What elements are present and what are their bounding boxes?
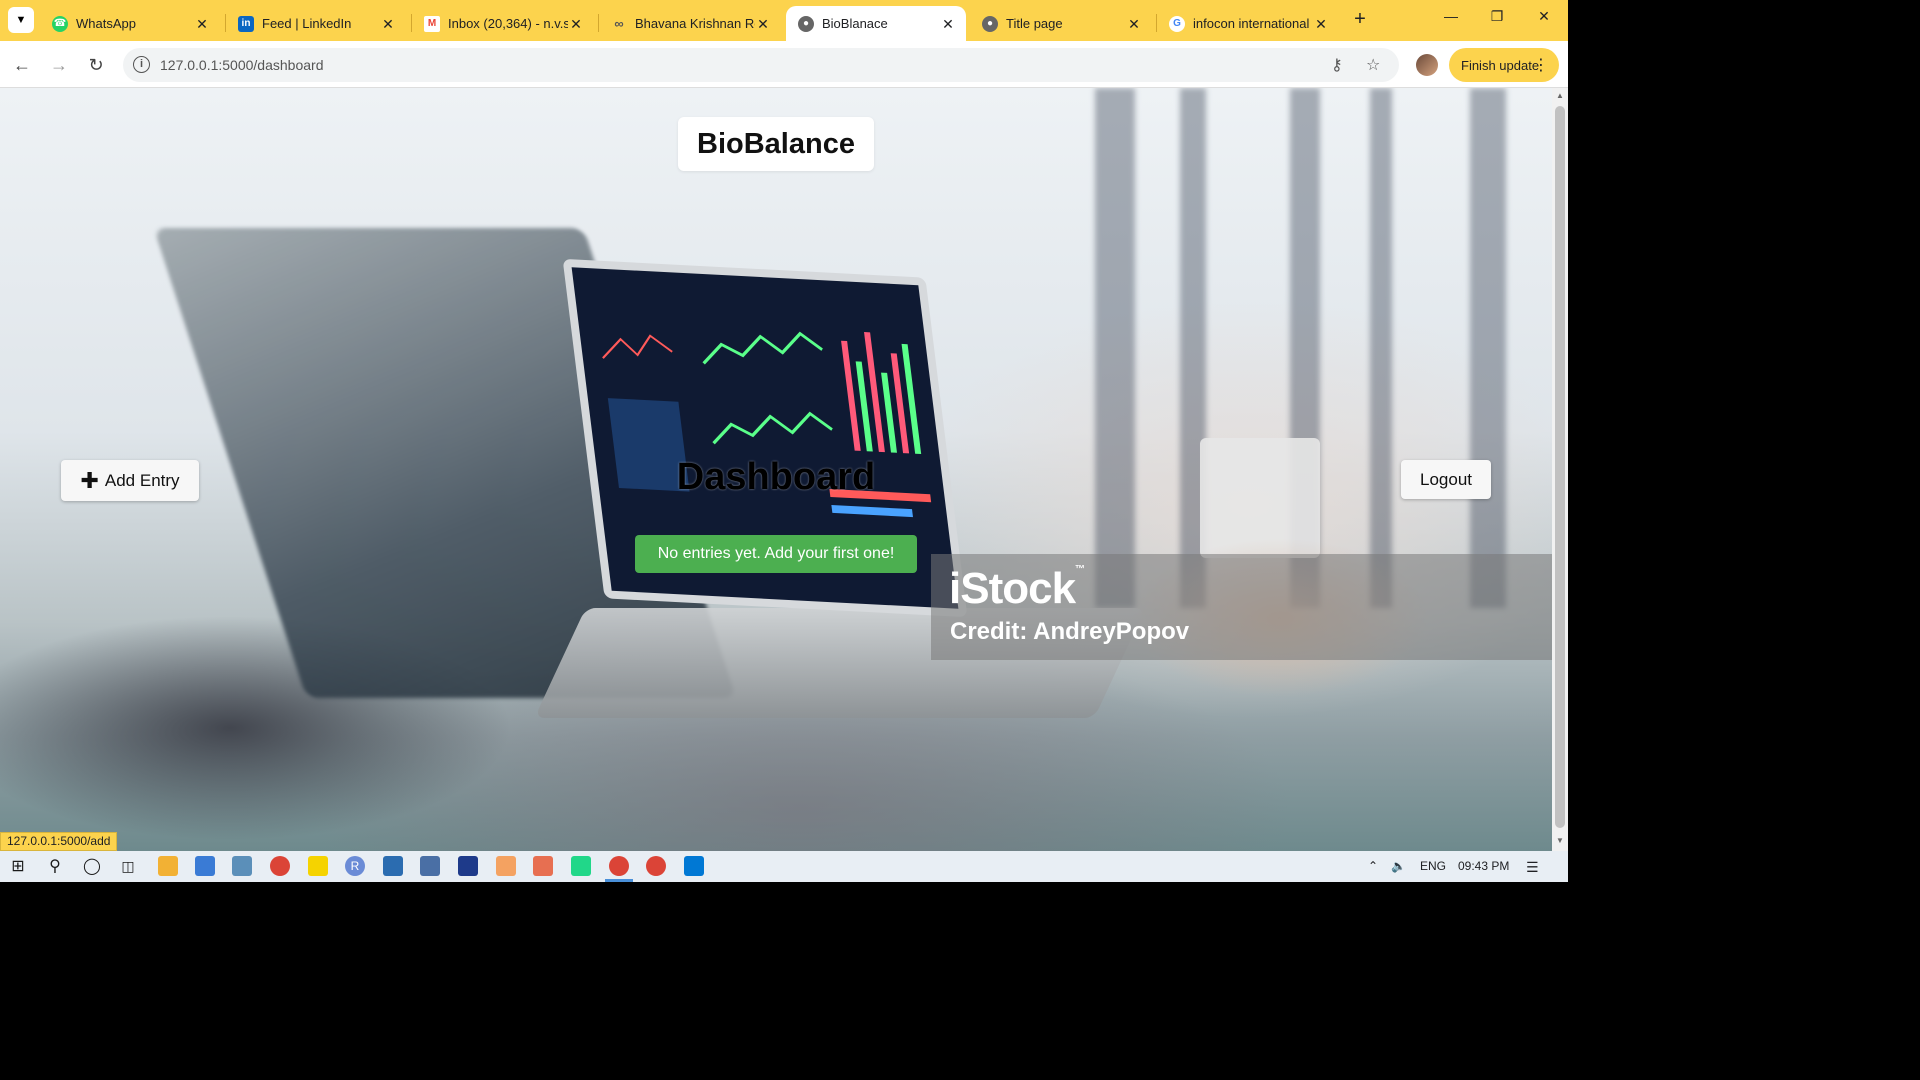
add-entry-label: Add Entry: [104, 470, 180, 490]
address-bar[interactable]: i 127.0.0.1:5000/dashboard ⚷ ☆: [123, 48, 1399, 82]
tab-title: Inbox (20,364) - n.v.s: [448, 16, 568, 31]
volume-icon[interactable]: 🔈: [1391, 859, 1406, 873]
close-icon[interactable]: ✕: [380, 16, 396, 32]
tab-title: Feed | LinkedIn: [262, 16, 352, 31]
document-icon[interactable]: [420, 856, 440, 876]
tab-bioblanace[interactable]: ● BioBlanace ✕: [786, 6, 966, 41]
r-app-icon[interactable]: R: [345, 856, 365, 876]
watermark-brand-text: iStock: [949, 564, 1076, 613]
site-info-icon[interactable]: i: [133, 56, 150, 73]
istock-watermark: iStock™ Credit: AndreyPopov: [931, 554, 1552, 660]
powershell-icon[interactable]: [458, 856, 478, 876]
tab-whatsapp[interactable]: ☎ WhatsApp ✕: [40, 6, 220, 41]
scroll-up-icon[interactable]: ▲: [1555, 91, 1565, 100]
chrome-icon[interactable]: [270, 856, 290, 876]
finish-update-button[interactable]: Finish update ⋮: [1449, 48, 1559, 82]
google-icon: G: [1169, 15, 1185, 32]
tab-gmail[interactable]: M Inbox (20,364) - n.v.s ✕: [412, 6, 594, 41]
close-icon[interactable]: ✕: [568, 16, 584, 32]
background-window-column: [1470, 88, 1506, 608]
windows-taskbar: ⊞ ⚲ ◯ ◫ R ⌃ 🔈 ENG 09:43 PM ☰: [0, 851, 1568, 882]
git-icon[interactable]: [496, 856, 516, 876]
sticky-notes-icon[interactable]: [308, 856, 328, 876]
tab-title: WhatsApp: [76, 16, 136, 31]
page-title: Dashboard: [676, 456, 876, 498]
link-status-bubble: 127.0.0.1:5000/add: [0, 832, 118, 851]
reload-button[interactable]: ↻: [84, 53, 108, 77]
arrow-left-icon: ←: [13, 55, 31, 75]
star-icon[interactable]: ☆: [1366, 55, 1380, 75]
search-icon[interactable]: ⚲: [45, 856, 65, 876]
tab-title: infocon international: [1193, 16, 1310, 31]
tab-bhavana[interactable]: ∞ Bhavana Krishnan Re ✕: [599, 6, 781, 41]
chevron-up-icon[interactable]: ⌃: [1368, 859, 1378, 873]
background-window-column: [1095, 88, 1135, 608]
chrome-icon[interactable]: [646, 856, 666, 876]
tab-search-button[interactable]: ▼: [8, 7, 34, 33]
tab-title: Title page: [1006, 16, 1063, 31]
whatsapp-icon: ☎: [52, 15, 68, 32]
minimize-button[interactable]: —: [1441, 8, 1461, 30]
task-view-icon[interactable]: ◫: [118, 856, 138, 876]
chevron-down-icon: ▼: [15, 14, 27, 26]
app-icon[interactable]: [383, 856, 403, 876]
profile-avatar[interactable]: [1416, 54, 1438, 76]
store-icon[interactable]: [195, 856, 215, 876]
close-icon[interactable]: ✕: [1313, 16, 1329, 32]
restore-button[interactable]: ❐: [1487, 8, 1507, 30]
clock[interactable]: 09:43 PM: [1458, 859, 1509, 873]
link-icon: ∞: [614, 16, 624, 31]
close-icon[interactable]: ✕: [940, 16, 956, 32]
url-text[interactable]: 127.0.0.1:5000/dashboard: [160, 57, 323, 73]
page-viewport: iStock™ Credit: AndreyPopov BioBalance D…: [0, 88, 1552, 851]
logout-button[interactable]: Logout: [1401, 460, 1491, 499]
watermark-credit: Credit: AndreyPopov: [950, 618, 1190, 645]
globe-icon: ●: [982, 15, 998, 32]
file-explorer-icon[interactable]: [158, 856, 178, 876]
sublime-icon[interactable]: [533, 856, 553, 876]
close-icon[interactable]: ✕: [1126, 16, 1142, 32]
browser-toolbar: ← → ↻ i 127.0.0.1:5000/dashboard ⚷ ☆ Fin…: [0, 41, 1568, 88]
linkedin-icon: in: [238, 15, 254, 32]
watermark-brand: iStock™: [949, 564, 1085, 613]
browser-tabstrip: ▼ ☎ WhatsApp ✕ in Feed | LinkedIn ✕ M In…: [0, 0, 1568, 41]
pycharm-icon[interactable]: [571, 856, 591, 876]
notifications-icon[interactable]: ☰: [1526, 859, 1539, 876]
arrow-right-icon: →: [50, 55, 68, 75]
forward-button[interactable]: →: [47, 53, 71, 77]
globe-icon: ●: [798, 15, 814, 32]
back-button[interactable]: ←: [10, 53, 34, 77]
add-entry-button[interactable]: ✚ Add Entry: [61, 460, 199, 501]
brand-logo: BioBalance: [678, 117, 874, 171]
scroll-down-icon[interactable]: ▼: [1555, 836, 1565, 845]
tab-title: Bhavana Krishnan Re: [635, 16, 755, 31]
tab-title: BioBlanace: [822, 16, 888, 31]
tab-linkedin[interactable]: in Feed | LinkedIn ✕: [226, 6, 406, 41]
close-icon[interactable]: ✕: [755, 16, 771, 32]
finish-update-label: Finish update: [1461, 57, 1540, 73]
reload-icon: ↻: [88, 55, 104, 75]
app-icon[interactable]: [232, 856, 252, 876]
cortana-icon[interactable]: ◯: [82, 856, 102, 876]
windows-start-icon[interactable]: ⊞: [8, 856, 28, 876]
language-indicator[interactable]: ENG: [1420, 859, 1446, 873]
gmail-icon: M: [424, 15, 440, 32]
active-app-indicator: [605, 879, 633, 882]
background-window-column: [1370, 88, 1392, 608]
close-icon[interactable]: ✕: [194, 16, 210, 32]
empty-state-message: No entries yet. Add your first one!: [635, 535, 917, 573]
tab-infocon[interactable]: G infocon international ✕: [1157, 6, 1339, 41]
page-scrollbar[interactable]: ▲ ▼: [1552, 88, 1568, 851]
chrome-icon[interactable]: [609, 856, 629, 876]
new-tab-button[interactable]: +: [1350, 9, 1370, 29]
tab-title-page[interactable]: ● Title page ✕: [970, 6, 1152, 41]
scrollbar-thumb[interactable]: [1555, 106, 1565, 828]
logout-label: Logout: [1420, 469, 1472, 489]
close-window-button[interactable]: ✕: [1534, 8, 1554, 30]
more-vert-icon: ⋮: [1533, 57, 1549, 74]
vscode-icon[interactable]: [684, 856, 704, 876]
key-icon[interactable]: ⚷: [1331, 55, 1343, 75]
plus-icon: ✚: [80, 467, 99, 493]
